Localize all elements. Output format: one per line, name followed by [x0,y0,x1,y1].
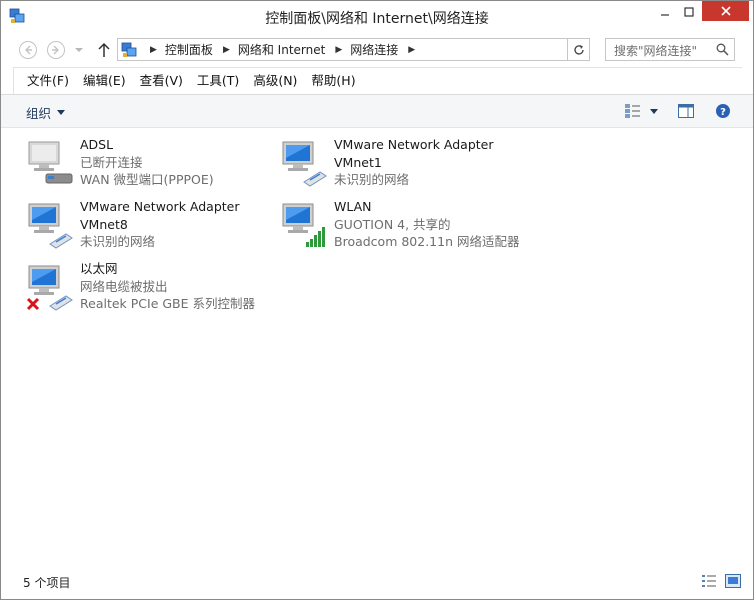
breadcrumb: ▶ 控制面板 ▶ 网络和 Internet ▶ 网络连接 ▶ [140,39,423,60]
connection-ethernet[interactable]: 以太网 网络电缆被拔出 Realtek PCIe GBE 系列控制器 [26,260,276,316]
refresh-button[interactable] [567,38,590,61]
connection-name: WLAN [334,199,372,214]
menu-help[interactable]: 帮助(H) [304,69,362,93]
chevron-down-icon [75,48,83,52]
connection-status: 网络电缆被拔出 [80,278,168,294]
chevron-right-icon[interactable]: ▶ [150,45,157,55]
menu-edit[interactable]: 编辑(E) [76,69,133,93]
organize-label: 组织 [26,106,52,121]
title-bar: 控制面板\网络和 Internet\网络连接 [1,1,753,31]
chevron-right-icon[interactable]: ▶ [223,45,230,55]
connection-status: 已断开连接 [80,154,143,170]
search-placeholder: 搜索"网络连接" [614,44,698,58]
chevron-right-icon[interactable]: ▶ [408,45,415,55]
breadcrumb-control-panel[interactable]: 控制面板 [165,41,213,58]
view-switcher [701,574,741,588]
connection-device: Broadcom 802.11n 网络适配器 [334,234,520,249]
navigation-bar: ▶ 控制面板 ▶ 网络和 Internet ▶ 网络连接 ▶ 搜索"网络连接" [1,31,753,67]
details-view-icon[interactable] [701,574,717,588]
connection-vmnet8[interactable]: VMware Network Adapter VMnet8 未识别的网络 [26,198,276,254]
view-options-button[interactable] [650,102,658,120]
connections-view: ADSL 已断开连接 WAN 微型端口(PPPOE) VMware Networ… [1,128,753,568]
preview-pane-icon [678,104,694,118]
maximize-button[interactable] [677,2,701,22]
wireless-adapter-icon [282,203,325,247]
details-view-icon [625,104,640,118]
connection-name: 以太网 [80,261,118,276]
connection-device: Realtek PCIe GBE 系列控制器 [80,296,256,311]
ethernet-adapter-icon [282,141,327,187]
connection-device: 未识别的网络 [80,234,156,249]
connection-adsl[interactable]: ADSL 已断开连接 WAN 微型端口(PPPOE) [26,136,276,192]
menu-tools[interactable]: 工具(T) [190,69,246,93]
connection-device: 未识别的网络 [334,172,410,187]
chevron-down-icon [650,108,658,114]
breadcrumb-network-internet[interactable]: 网络和 Internet [238,41,325,58]
ethernet-adapter-icon [28,203,73,249]
help-button[interactable]: ? [715,102,731,120]
connection-name: VMware Network Adapter [334,137,494,152]
search-input[interactable]: 搜索"网络连接" [605,38,735,61]
back-button[interactable] [17,39,39,61]
minimize-button[interactable] [653,2,677,22]
status-bar: 5 个项目 [1,569,753,599]
connection-device: WAN 微型端口(PPPOE) [80,172,214,187]
forward-button[interactable] [45,39,67,61]
forward-arrow-icon [47,41,65,59]
organize-button[interactable]: 组织 [26,103,66,122]
connection-name: ADSL [80,137,114,152]
connection-vmnet1[interactable]: VMware Network Adapter VMnet1 未识别的网络 [280,136,530,192]
menu-bar: 文件(F) 编辑(E) 查看(V) 工具(T) 高级(N) 帮助(H) [13,67,742,94]
up-arrow-icon [98,42,110,57]
chevron-down-icon [57,110,66,115]
preview-pane-button[interactable] [678,102,694,120]
network-connections-window: 控制面板\网络和 Internet\网络连接 ▶ 控制面板 ▶ 网络和 Inte… [0,0,754,600]
window-title: 控制面板\网络和 Internet\网络连接 [265,11,489,27]
large-icons-view-icon[interactable] [725,574,741,588]
network-folder-icon [121,42,137,57]
recent-locations-button[interactable] [72,39,86,61]
connection-name: VMware Network Adapter [80,199,240,214]
chevron-right-icon[interactable]: ▶ [335,45,342,55]
minimize-icon [661,14,669,16]
svg-text:?: ? [720,107,726,118]
change-view-button[interactable] [624,102,642,120]
menu-view[interactable]: 查看(V) [133,69,190,93]
breadcrumb-network-connections[interactable]: 网络连接 [350,41,398,58]
connection-status: VMnet8 [80,216,128,232]
menu-advanced[interactable]: 高级(N) [246,69,304,93]
item-count: 5 个项目 [23,576,71,590]
dialup-adapter-icon [28,141,73,184]
connection-wlan[interactable]: WLAN GUOTION 4, 共享的 Broadcom 802.11n 网络适… [280,198,530,254]
close-icon [720,6,731,16]
up-button[interactable] [93,39,115,61]
search-icon [716,43,729,56]
connection-status: GUOTION 4, 共享的 [334,216,451,232]
close-button[interactable] [702,1,749,21]
menu-file[interactable]: 文件(F) [20,69,76,93]
refresh-icon [573,44,584,55]
connection-status: VMnet1 [334,154,382,170]
help-icon: ? [716,104,730,118]
address-bar[interactable]: ▶ 控制面板 ▶ 网络和 Internet ▶ 网络连接 ▶ [117,38,590,61]
back-arrow-icon [19,41,37,59]
ethernet-disconnected-icon [26,265,73,311]
command-bar: 组织 ? [1,94,753,128]
maximize-icon [684,7,694,17]
